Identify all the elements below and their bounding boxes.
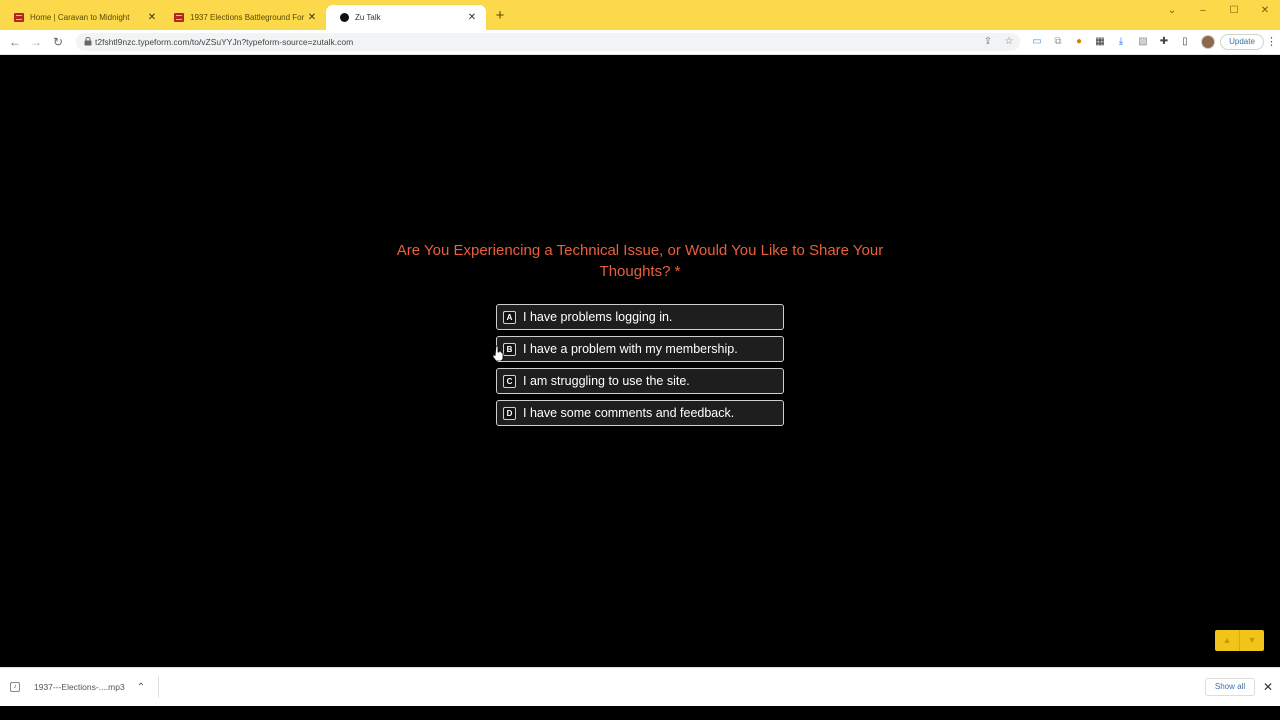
tab-elections[interactable]: 1937 Elections Battleground For ✕ <box>160 5 326 30</box>
choice-list: A I have problems logging in. B I have a… <box>496 304 784 432</box>
download-item[interactable]: ♪ 1937---Elections-....mp3 ⌃ <box>10 676 145 698</box>
tab-zu-talk[interactable]: Zu Talk ✕ <box>326 5 486 30</box>
extension-grid-icon[interactable]: ▦ <box>1094 36 1106 48</box>
back-arrow-icon[interactable]: ← <box>7 34 23 50</box>
close-icon[interactable]: ✕ <box>1261 678 1275 696</box>
form-navigation: ▲ ▼ <box>1215 630 1264 651</box>
bookmark-star-icon[interactable]: ☆ <box>1003 36 1015 48</box>
tab-close-icon[interactable]: ✕ <box>466 12 478 23</box>
choice-option-c[interactable]: C I am struggling to use the site. <box>496 368 784 394</box>
caravan-favicon-icon <box>14 13 24 22</box>
choice-option-b[interactable]: B I have a problem with my membership. <box>496 336 784 362</box>
choice-option-a[interactable]: A I have problems logging in. <box>496 304 784 330</box>
choice-key: A <box>503 310 516 324</box>
choice-key: B <box>503 342 516 356</box>
forward-arrow-icon[interactable]: → <box>28 34 44 50</box>
previous-question-chevron-up-icon[interactable]: ▲ <box>1215 630 1240 651</box>
next-question-chevron-down-icon[interactable]: ▼ <box>1240 630 1264 651</box>
tab-search-chevron-icon[interactable]: ⌄ <box>1165 4 1179 18</box>
choice-label: I have problems logging in. <box>523 310 673 324</box>
extension-copy-icon[interactable]: ⧉ <box>1052 36 1064 48</box>
choice-label: I have some comments and feedback. <box>523 406 735 420</box>
divider <box>158 676 159 698</box>
download-file-name: 1937---Elections-....mp3 <box>34 682 125 692</box>
extension-misc-icon[interactable]: ▧ <box>1137 36 1149 48</box>
extension-screen-icon[interactable]: ▭ <box>1031 36 1043 48</box>
question-title: Are You Experiencing a Technical Issue, … <box>396 242 884 280</box>
choice-key: D <box>503 406 516 420</box>
download-icon[interactable]: ⤓ <box>1115 36 1127 48</box>
extension-color-icon[interactable]: ● <box>1073 36 1085 48</box>
extensions-puzzle-icon[interactable]: ✚ <box>1158 36 1170 48</box>
update-button[interactable]: Update <box>1220 34 1264 50</box>
reload-icon[interactable]: ↻ <box>50 34 66 50</box>
tab-caravan-home[interactable]: Home | Caravan to Midnight ✕ <box>0 5 166 30</box>
choice-key: C <box>503 374 516 388</box>
tab-close-icon[interactable]: ✕ <box>306 12 318 23</box>
profile-avatar[interactable] <box>1201 35 1215 49</box>
side-panel-icon[interactable]: ▯ <box>1179 36 1191 48</box>
download-bar: ♪ 1937---Elections-....mp3 ⌃ Show all ✕ <box>0 667 1280 706</box>
address-bar[interactable]: t2fshtl9nzc.typeform.com/to/vZSuYYJn?typ… <box>76 33 1020 51</box>
minimize-icon[interactable]: – <box>1196 4 1210 18</box>
choice-label: I have a problem with my membership. <box>523 342 738 356</box>
url-text: t2fshtl9nzc.typeform.com/to/vZSuYYJn?typ… <box>95 37 354 47</box>
hand-cursor-icon <box>492 345 504 361</box>
browser-toolbar: ← → ↻ t2fshtl9nzc.typeform.com/to/vZSuYY… <box>0 30 1280 55</box>
tab-title: Zu Talk <box>355 13 381 22</box>
menu-kebab-icon[interactable]: ⋮ <box>1266 35 1277 49</box>
tab-title: Home | Caravan to Midnight <box>30 13 130 22</box>
browser-tab-strip: Home | Caravan to Midnight ✕ 1937 Electi… <box>0 0 1280 30</box>
share-icon[interactable]: ⇪ <box>982 36 994 48</box>
show-all-button[interactable]: Show all <box>1205 678 1255 696</box>
choice-option-d[interactable]: D I have some comments and feedback. <box>496 400 784 426</box>
tab-title: 1937 Elections Battleground For <box>190 13 305 22</box>
window-close-icon[interactable]: ✕ <box>1258 4 1272 18</box>
lock-icon <box>84 37 92 46</box>
chevron-up-icon[interactable]: ⌃ <box>137 682 145 693</box>
maximize-icon[interactable]: ☐ <box>1227 4 1241 18</box>
new-tab-icon[interactable]: + <box>492 8 508 24</box>
choice-label: I am struggling to use the site. <box>523 374 690 388</box>
caravan-favicon-icon <box>174 13 184 22</box>
audio-file-icon: ♪ <box>10 682 20 692</box>
tab-close-icon[interactable]: ✕ <box>146 12 158 23</box>
zutalk-favicon-icon <box>340 13 349 22</box>
